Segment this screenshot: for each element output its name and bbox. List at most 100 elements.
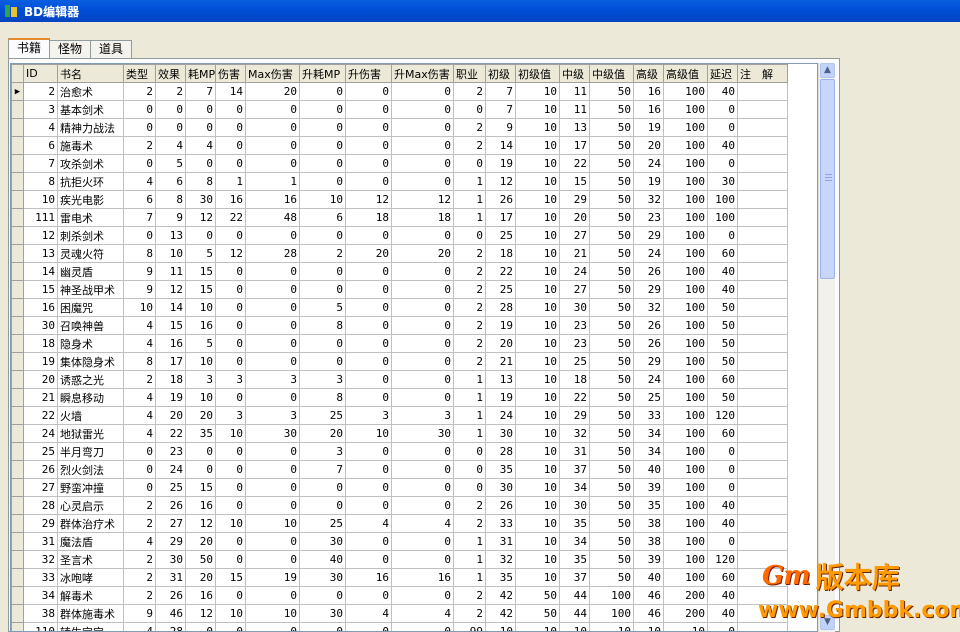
table-cell[interactable]: 200	[663, 586, 708, 605]
table-cell[interactable]	[737, 514, 788, 533]
table-cell[interactable]: 10	[515, 208, 560, 227]
table-cell[interactable]: 0	[245, 586, 300, 605]
table-cell[interactable]	[737, 370, 788, 389]
table-cell[interactable]: 0	[345, 478, 392, 497]
table-cell[interactable]: 0	[299, 136, 346, 155]
table-cell[interactable]: 0	[185, 442, 216, 461]
table-cell[interactable]: 10	[345, 424, 392, 443]
table-cell[interactable]	[737, 262, 788, 281]
table-cell[interactable]	[737, 352, 788, 371]
table-cell[interactable]: 12	[185, 208, 216, 227]
table-cell[interactable]: 0	[245, 136, 300, 155]
table-cell[interactable]: 4	[123, 406, 156, 425]
table-cell[interactable]: 50	[589, 172, 634, 191]
table-cell[interactable]: 99	[453, 622, 486, 631]
table-cell[interactable]: 0	[215, 226, 246, 245]
table-cell[interactable]: 30	[299, 604, 346, 623]
table-cell[interactable]: 16	[185, 496, 216, 515]
table-cell[interactable]: 26	[155, 496, 186, 515]
table-cell[interactable]: 50	[589, 550, 634, 569]
table-row[interactable]: 8 抗拒火环 4 6 8 1 1 0 0 0 1 12 10 15 50 19 100 30	[11, 172, 788, 191]
table-cell[interactable]: 4	[345, 604, 392, 623]
table-cell[interactable]: 10	[559, 622, 590, 631]
table-cell[interactable]: 20	[485, 334, 516, 353]
table-cell[interactable]: 10	[515, 514, 560, 533]
table-cell[interactable]: 20	[391, 244, 454, 263]
table-cell[interactable]: 4	[155, 136, 186, 155]
table-cell[interactable]: 40	[707, 586, 738, 605]
table-cell[interactable]: 瞬息移动	[57, 388, 124, 407]
table-cell[interactable]: 18	[391, 208, 454, 227]
table-cell[interactable]: 1	[453, 532, 486, 551]
table-cell[interactable]: 攻杀剑术	[57, 154, 124, 173]
table-cell[interactable]: 12	[185, 514, 216, 533]
table-cell[interactable]: 24	[155, 460, 186, 479]
table-cell[interactable]: 30	[299, 568, 346, 587]
table-cell[interactable]: 1	[453, 568, 486, 587]
table-cell[interactable]	[737, 460, 788, 479]
table-cell[interactable]: 50	[589, 352, 634, 371]
table-cell[interactable]: 0	[245, 100, 300, 119]
table-cell[interactable]: 3	[299, 442, 346, 461]
table-cell[interactable]: 2	[123, 514, 156, 533]
table-cell[interactable]: 50	[589, 118, 634, 137]
table-cell[interactable]: 0	[345, 262, 392, 281]
table-cell[interactable]: 0	[185, 622, 216, 631]
table-cell[interactable]: 39	[633, 550, 664, 569]
table-cell[interactable]: 0	[299, 478, 346, 497]
table-cell[interactable]: 10	[215, 514, 246, 533]
table-cell[interactable]: 3	[215, 370, 246, 389]
table-cell[interactable]: 50	[589, 154, 634, 173]
table-cell[interactable]: 0	[185, 226, 216, 245]
table-cell[interactable]: 50	[589, 568, 634, 587]
table-cell[interactable]: 29	[23, 514, 58, 533]
table-cell[interactable]: 3	[245, 370, 300, 389]
table-cell[interactable]: 46	[633, 604, 664, 623]
table-cell[interactable]: 50	[589, 532, 634, 551]
table-cell[interactable]	[737, 550, 788, 569]
table-cell[interactable]: 0	[299, 118, 346, 137]
table-cell[interactable]: 5	[299, 298, 346, 317]
table-cell[interactable]: 120	[707, 550, 738, 569]
table-cell[interactable]: 0	[215, 298, 246, 317]
table-cell[interactable]: 24	[633, 244, 664, 263]
table-cell[interactable]: 50	[589, 478, 634, 497]
table-cell[interactable]: 32	[633, 190, 664, 209]
table-cell[interactable]: 8	[185, 172, 216, 191]
table-cell[interactable]	[737, 406, 788, 425]
table-cell[interactable]: 29	[633, 352, 664, 371]
table-cell[interactable]: 44	[559, 604, 590, 623]
column-header[interactable]: 效果	[155, 64, 186, 83]
table-cell[interactable]: 0	[185, 460, 216, 479]
table-row[interactable]: 38 群体施毒术 9 46 12 10 10 30 4 4 2 42 50 44 100 46 200 40	[11, 604, 788, 623]
table-cell[interactable]: 25	[299, 406, 346, 425]
table-cell[interactable]: 12	[345, 190, 392, 209]
table-cell[interactable]: 灵魂火符	[57, 244, 124, 263]
table-cell[interactable]: 0	[245, 442, 300, 461]
table-cell[interactable]	[737, 532, 788, 551]
table-cell[interactable]: 26	[633, 334, 664, 353]
table-cell[interactable]: 心灵启示	[57, 496, 124, 515]
table-cell[interactable]: 120	[707, 406, 738, 425]
table-cell[interactable]: 23	[633, 208, 664, 227]
table-cell[interactable]: 26	[485, 190, 516, 209]
table-cell[interactable]: 0	[245, 334, 300, 353]
table-cell[interactable]: 200	[663, 604, 708, 623]
table-cell[interactable]: 20	[185, 532, 216, 551]
table-cell[interactable]: 28	[245, 244, 300, 263]
table-cell[interactable]: 精神力战法	[57, 118, 124, 137]
table-cell[interactable]: 0	[707, 478, 738, 497]
table-cell[interactable]: 9	[123, 262, 156, 281]
table-cell[interactable]: 0	[123, 100, 156, 119]
table-row[interactable]: 30 召唤神兽 4 15 16 0 0 8 0 0 2 19 10 23 50 26 100 50	[11, 316, 788, 335]
table-cell[interactable]: 16	[155, 334, 186, 353]
table-cell[interactable]: 0	[215, 262, 246, 281]
table-cell[interactable]: 50	[589, 226, 634, 245]
table-cell[interactable]: 4	[123, 532, 156, 551]
table-cell[interactable]	[737, 496, 788, 515]
table-cell[interactable]	[737, 298, 788, 317]
table-cell[interactable]: 29	[155, 532, 186, 551]
table-cell[interactable]: 10	[155, 244, 186, 263]
table-row[interactable]: 28 心灵启示 2 26 16 0 0 0 0 0 2 26 10 30 50 35 100 40	[11, 496, 788, 515]
table-cell[interactable]	[737, 154, 788, 173]
